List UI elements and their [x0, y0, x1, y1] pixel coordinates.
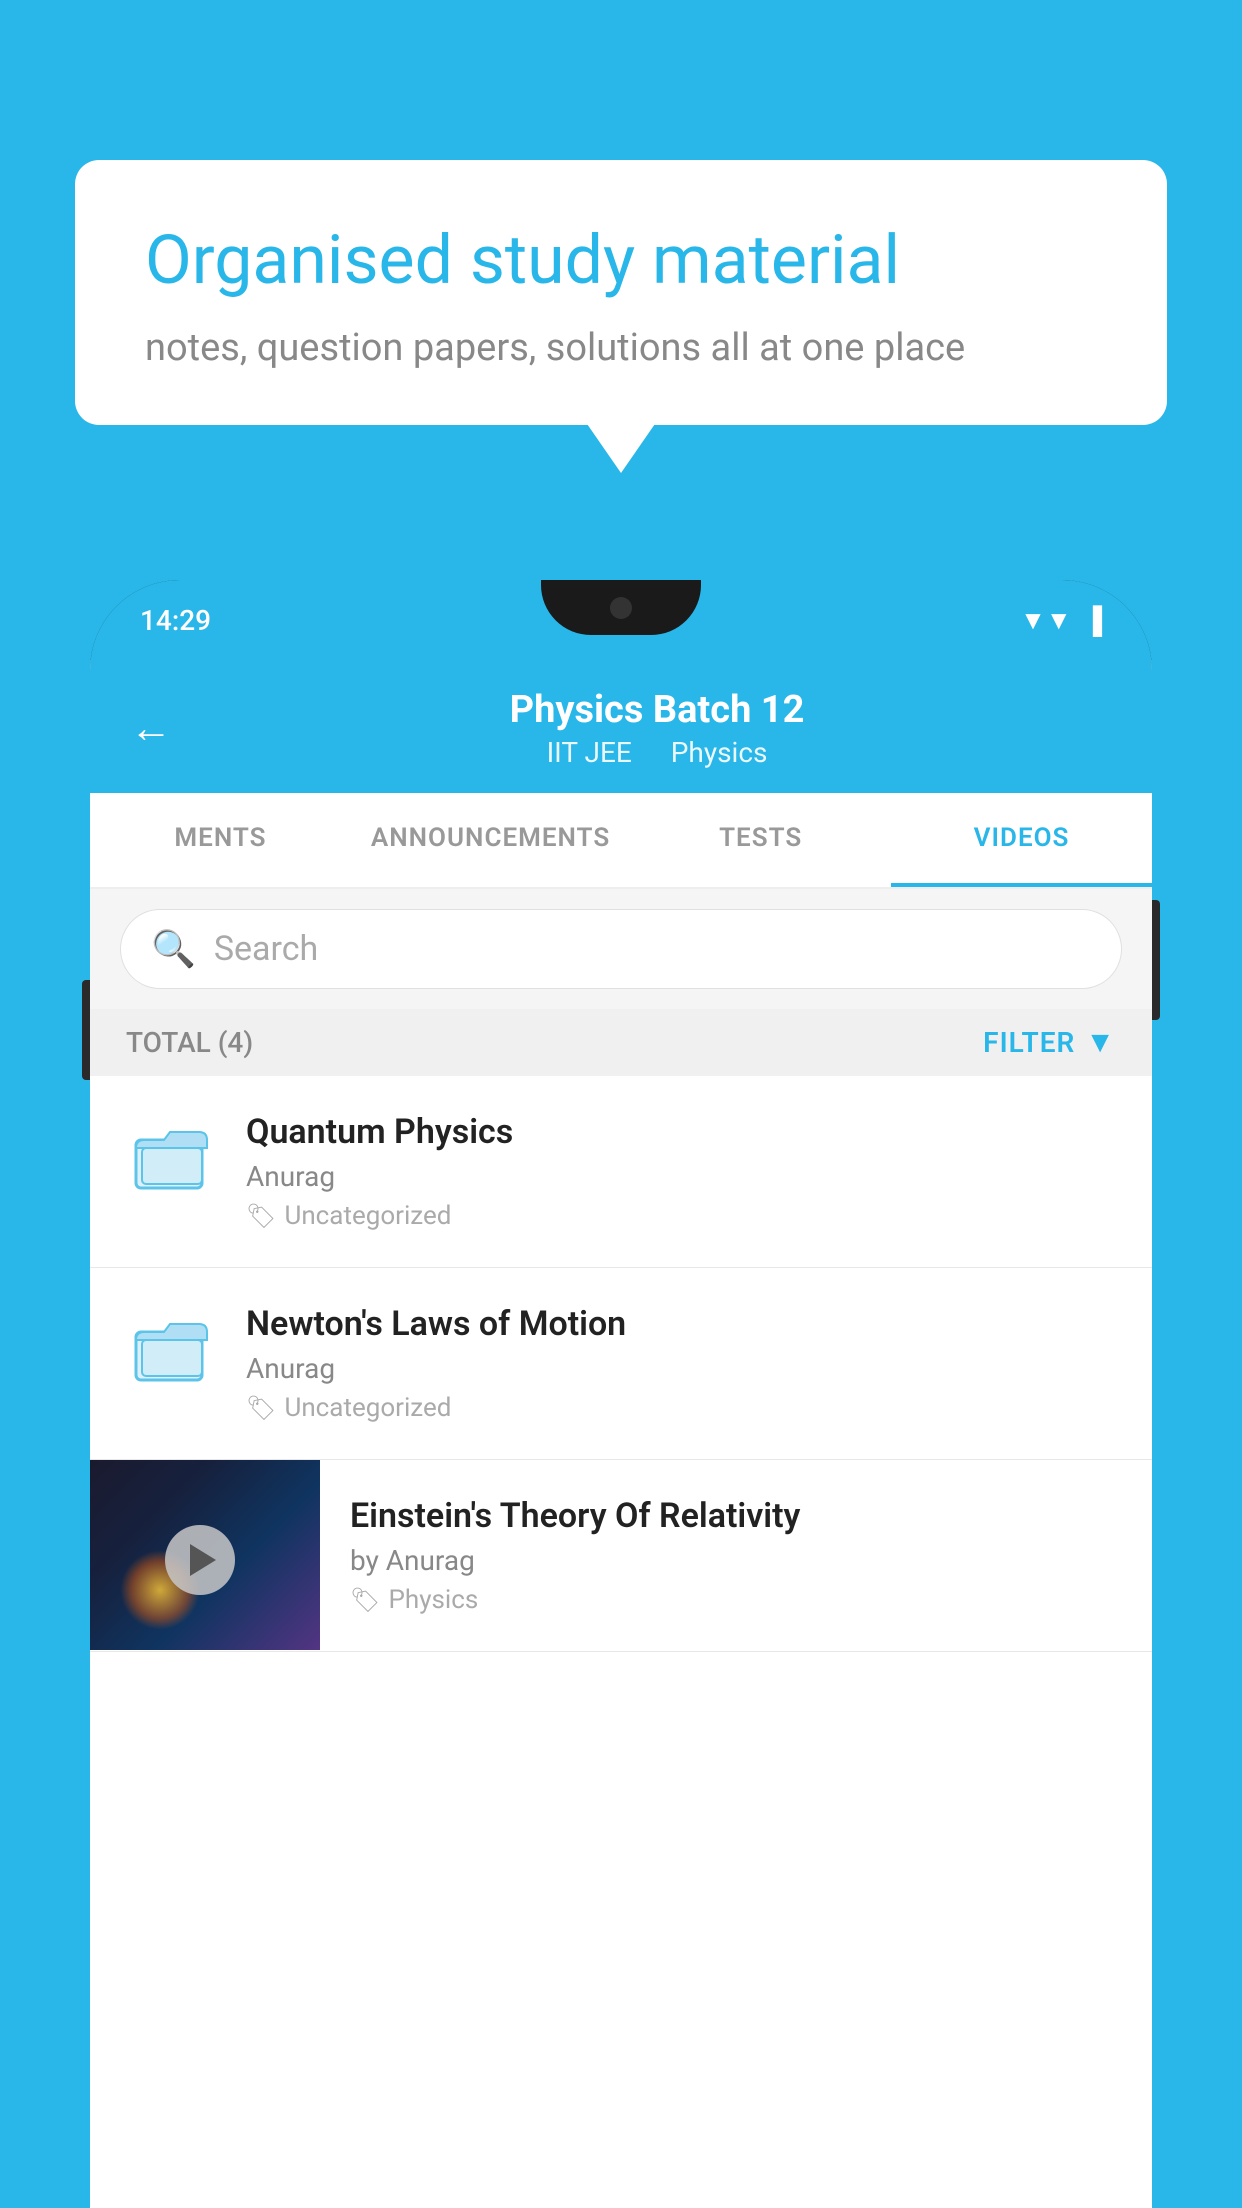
speech-bubble: Organised study material notes, question… — [75, 160, 1167, 425]
video-thumbnail — [90, 1460, 320, 1650]
filter-icon: ▼ — [1085, 1025, 1116, 1060]
tab-announcements[interactable]: ANNOUNCEMENTS — [351, 793, 630, 887]
list-item[interactable]: Newton's Laws of Motion Anurag 🏷 Uncateg… — [90, 1268, 1152, 1460]
total-count: TOTAL (4) — [126, 1026, 253, 1059]
wifi-icon: ▼▼ — [1020, 605, 1071, 636]
header-title-group: Physics Batch 12 IIT JEE Physics — [202, 688, 1112, 769]
folder-icon — [126, 1304, 216, 1394]
status-bar: 14:29 ▼▼ ▐ — [90, 580, 1152, 660]
tag-text: Uncategorized — [284, 1201, 451, 1231]
tab-ments[interactable]: MENTS — [90, 793, 351, 887]
status-time: 14:29 — [140, 604, 211, 637]
video-tag: 🏷 Physics — [350, 1585, 1122, 1615]
tag-icon: 🏷 — [350, 1586, 380, 1614]
subtitle-iitjee: IIT JEE — [547, 736, 632, 769]
tabs-bar: MENTS ANNOUNCEMENTS TESTS VIDEOS — [90, 793, 1152, 889]
tab-videos[interactable]: VIDEOS — [891, 793, 1152, 887]
batch-subtitle: IIT JEE Physics — [202, 736, 1112, 769]
back-button[interactable]: ← — [130, 704, 172, 753]
video-list: Quantum Physics Anurag 🏷 Uncategorized — [90, 1076, 1152, 1652]
video-info: Newton's Laws of Motion Anurag 🏷 Uncateg… — [246, 1304, 1116, 1423]
video-title: Einstein's Theory Of Relativity — [350, 1496, 1122, 1536]
video-author: Anurag — [246, 1160, 1116, 1193]
play-icon — [190, 1544, 216, 1576]
play-button[interactable] — [165, 1525, 235, 1595]
filter-button[interactable]: FILTER ▼ — [983, 1025, 1116, 1060]
search-container: 🔍 Search — [90, 889, 1152, 1009]
video-title: Quantum Physics — [246, 1112, 1116, 1152]
tag-icon: 🏷 — [246, 1202, 276, 1230]
video-info: Einstein's Theory Of Relativity by Anura… — [320, 1460, 1152, 1651]
search-bar[interactable]: 🔍 Search — [120, 909, 1122, 989]
tag-icon: 🏷 — [246, 1394, 276, 1422]
tag-text: Uncategorized — [284, 1393, 451, 1423]
phone-frame: 14:29 ▼▼ ▐ ← Physics Batch 12 IIT JEE Ph… — [90, 580, 1152, 2208]
battery-icon: ▐ — [1084, 605, 1102, 636]
video-title: Newton's Laws of Motion — [246, 1304, 1116, 1344]
search-icon: 🔍 — [151, 928, 196, 970]
video-author: by Anurag — [350, 1544, 1122, 1577]
subtitle-physics: Physics — [671, 736, 768, 769]
tab-tests[interactable]: TESTS — [630, 793, 891, 887]
tag-text: Physics — [388, 1585, 478, 1615]
list-item[interactable]: Quantum Physics Anurag 🏷 Uncategorized — [90, 1076, 1152, 1268]
app-content: ← Physics Batch 12 IIT JEE Physics MENTS… — [90, 660, 1152, 2208]
filter-row: TOTAL (4) FILTER ▼ — [90, 1009, 1152, 1076]
batch-title: Physics Batch 12 — [202, 688, 1112, 732]
video-tag: 🏷 Uncategorized — [246, 1201, 1116, 1231]
app-header: ← Physics Batch 12 IIT JEE Physics — [90, 660, 1152, 793]
status-icons: ▼▼ ▐ — [1020, 605, 1102, 636]
bubble-subtitle: notes, question papers, solutions all at… — [145, 326, 1097, 370]
phone-notch — [541, 580, 701, 635]
camera — [610, 597, 632, 619]
video-info: Quantum Physics Anurag 🏷 Uncategorized — [246, 1112, 1116, 1231]
list-item[interactable]: Einstein's Theory Of Relativity by Anura… — [90, 1460, 1152, 1652]
search-placeholder: Search — [214, 929, 318, 969]
folder-icon — [126, 1112, 216, 1202]
filter-label: FILTER — [983, 1026, 1075, 1059]
video-author: Anurag — [246, 1352, 1116, 1385]
bubble-title: Organised study material — [145, 220, 1097, 302]
video-tag: 🏷 Uncategorized — [246, 1393, 1116, 1423]
